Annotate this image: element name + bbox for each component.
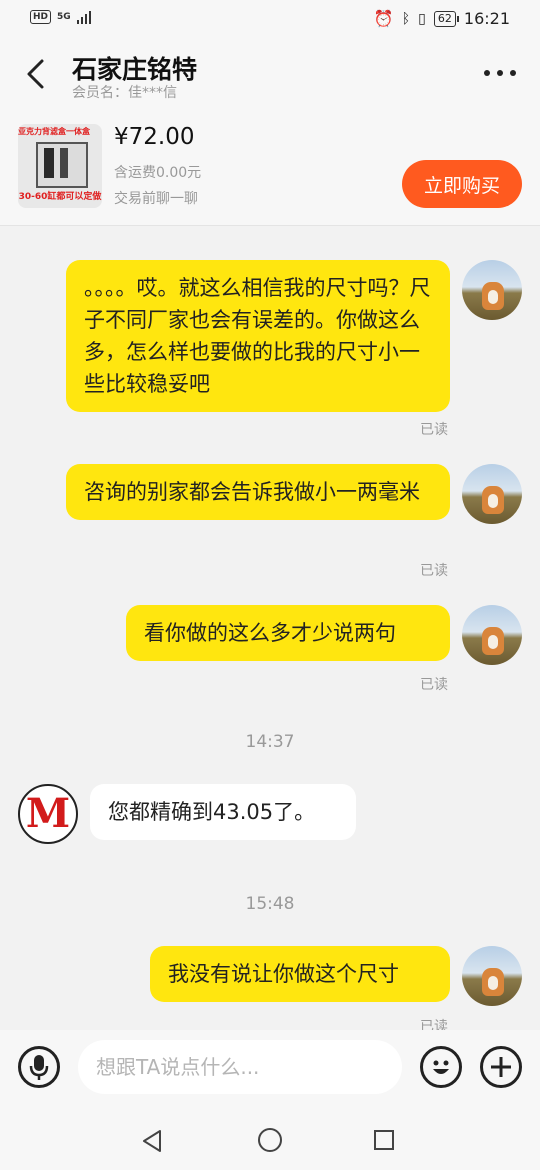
my-avatar[interactable]: [462, 464, 522, 524]
outgoing-message[interactable]: 。。。。哎。就这么相信我的尺寸吗？尺子不同厂家也会有误差的。你做这么多，怎么样也…: [66, 260, 450, 412]
clock: 16:21: [463, 9, 510, 28]
member-name: 会员名：佳***信: [72, 85, 177, 101]
battery-icon: 62: [433, 10, 459, 27]
timestamp: 14:37: [245, 732, 295, 752]
hd-badge: HD: [30, 10, 52, 24]
read-status: 已读: [420, 563, 448, 579]
emoji-icon[interactable]: [420, 1046, 462, 1088]
thumb-caption-top: 亚克力背滤盒一体盒: [18, 127, 90, 136]
incoming-message[interactable]: 您都精确到43.05了。: [90, 784, 356, 840]
vibrate-icon: ▯: [418, 10, 426, 27]
nav-back-icon[interactable]: [140, 1128, 166, 1154]
thumb-caption-bottom: 30-60缸都可以定做: [18, 192, 102, 202]
message-input[interactable]: [78, 1040, 402, 1094]
system-nav-bar: [0, 1110, 540, 1170]
alarm-icon: ⏰: [373, 9, 394, 28]
my-avatar[interactable]: [462, 605, 522, 665]
seller-avatar-letter: M: [25, 790, 71, 837]
shipping-fee: 含运费0.00元: [114, 165, 202, 181]
microphone-icon[interactable]: [18, 1046, 60, 1088]
my-avatar[interactable]: [462, 260, 522, 320]
back-arrow-icon[interactable]: [24, 58, 48, 90]
chat-note: 交易前聊一聊: [114, 191, 198, 207]
more-options-icon[interactable]: [484, 70, 516, 76]
seller-avatar[interactable]: M: [18, 784, 78, 844]
outgoing-message[interactable]: 咨询的别家都会告诉我做小一两毫米: [66, 464, 450, 520]
bluetooth-icon: ᛒ: [401, 10, 411, 27]
shop-name[interactable]: 石家庄铭特: [72, 50, 197, 86]
product-thumbnail[interactable]: 亚克力背滤盒一体盒 30-60缸都可以定做: [18, 124, 102, 208]
outgoing-message[interactable]: 我没有说让你做这个尺寸: [150, 946, 450, 1002]
read-status: 已读: [420, 1019, 448, 1030]
product-image: [36, 142, 88, 188]
input-bar: [0, 1030, 540, 1110]
chat-header: 石家庄铭特 会员名：佳***信: [0, 40, 540, 110]
battery-level: 62: [437, 11, 452, 25]
nav-recent-apps-icon[interactable]: [374, 1130, 394, 1150]
buy-now-button[interactable]: 立即购买: [402, 160, 522, 208]
message-list[interactable]: 。。。。哎。就这么相信我的尺寸吗？尺子不同厂家也会有误差的。你做这么多，怎么样也…: [0, 226, 540, 1030]
status-bar: HD 5G ⏰ ᛒ ▯ 62 16:21: [0, 0, 540, 40]
product-price: ¥72.00: [114, 124, 195, 150]
plus-icon[interactable]: [480, 1046, 522, 1088]
product-card[interactable]: 亚克力背滤盒一体盒 30-60缸都可以定做 ¥72.00 含运费0.00元 交易…: [0, 110, 540, 226]
signal-icon: [76, 10, 91, 24]
read-status: 已读: [420, 422, 448, 438]
timestamp: 15:48: [245, 894, 295, 914]
my-avatar[interactable]: [462, 946, 522, 1006]
network-label: 5G: [57, 12, 71, 22]
outgoing-message[interactable]: 看你做的这么多才少说两句: [126, 605, 450, 661]
nav-home-icon[interactable]: [258, 1128, 282, 1152]
read-status: 已读: [420, 677, 448, 693]
